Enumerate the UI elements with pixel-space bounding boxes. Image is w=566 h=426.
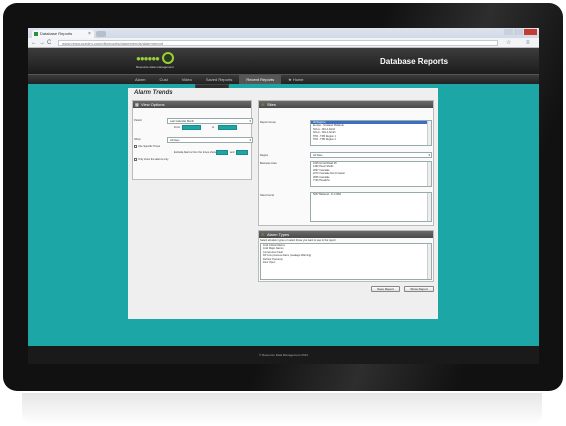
exclude-label: Exclude Alarms from the times shown [174, 151, 218, 154]
only-show-checkbox[interactable] [134, 158, 137, 161]
show-label: Show [134, 138, 141, 141]
tablet-reflection [22, 393, 542, 425]
report-group-list[interactable]: All Regions Europe - Scotland Midlands N… [310, 120, 432, 146]
alarm-types-header: ⚠ Alarm Types [259, 231, 433, 238]
page-title: Alarm Trends [134, 90, 173, 96]
browser-tab[interactable]: Database Reports × [32, 30, 94, 38]
close-window-button[interactable] [524, 29, 537, 35]
scrollbar[interactable] [427, 162, 431, 186]
back-icon[interactable]: ← [31, 39, 37, 47]
list-item[interactable]: 5207 Balwood - D.J.2052 [311, 193, 431, 196]
alarm-types-title: Alarm Types [267, 232, 290, 237]
address-bar-row: ← → C www.resourcedm.com/dbreports/alarm… [28, 38, 539, 48]
period-value: Last Calendar Month [170, 120, 195, 123]
table-icon: ▦ [135, 102, 139, 107]
list-item[interactable]: Door Open [261, 261, 431, 264]
menu-home-label: Home [292, 77, 304, 82]
site-header: ●●●●●● Resource data management Database… [28, 48, 539, 74]
scrollbar[interactable] [427, 193, 431, 221]
from-label: From [174, 126, 181, 129]
url-input[interactable]: www.resourcedm.com/dbreports/alarmtrends… [58, 40, 498, 46]
bookmark-star-icon[interactable]: ☆ [506, 39, 511, 47]
forward-icon[interactable]: → [39, 39, 45, 47]
browser-menu-icon[interactable]: ≡ [526, 39, 530, 47]
alarm-types-hint: Select all alarm types or select those y… [260, 239, 336, 242]
use-times-checkbox[interactable] [134, 145, 137, 148]
business-area-list[interactable]: 1025 Arnold Road 28 1480 Haxel Sheffs 20… [310, 161, 432, 187]
show-report-button[interactable]: Show Report [404, 286, 434, 292]
tab-title: Database Reports [40, 31, 73, 36]
site-footer: © Resource Data Management 2014 [28, 346, 539, 364]
sites-title: Sites [267, 102, 276, 107]
chevron-down-icon: ▾ [428, 153, 430, 157]
minimize-button[interactable] [504, 29, 513, 35]
exclude-to-input[interactable] [236, 150, 248, 155]
browser-chrome: Database Reports × ← → C www.resourcedm.… [28, 28, 539, 48]
logo-dots: ●●●●●● [136, 54, 160, 63]
business-area-label: Business Area [260, 162, 277, 165]
view-options-header: ▦ View Options [133, 101, 251, 108]
main-menu: Alarm Cust Video Saved Reports Recent Re… [28, 74, 539, 85]
region-value: All Sites [313, 154, 323, 157]
report-group-label: Report Group [260, 121, 276, 124]
scrollbar[interactable] [427, 244, 431, 279]
sites-list[interactable]: 5207 Balwood - D.J.2052 [310, 192, 432, 222]
to-label: to [212, 126, 215, 129]
company-logo: ●●●●●● Resource data management [136, 51, 208, 69]
exclude-from-input[interactable] [216, 150, 228, 155]
window-controls [504, 29, 537, 36]
view-options-title: View Options [141, 102, 165, 107]
home-star-icon: ★ [288, 77, 292, 82]
only-show-label: Only show the alarms only [138, 158, 169, 161]
period-select[interactable]: Last Calendar Month ▾ [167, 118, 253, 124]
show-value: All Days [170, 139, 180, 142]
list-item[interactable]: 7726 Haxelbhs [311, 179, 431, 182]
sites-header: ⚠ Sites [259, 101, 433, 108]
new-tab-button[interactable] [96, 31, 106, 37]
logo-circle-icon [162, 52, 174, 64]
warning-icon: ⚠ [261, 102, 265, 107]
chevron-down-icon: ▾ [249, 119, 251, 123]
tab-close-icon[interactable]: × [88, 30, 91, 38]
region-select[interactable]: All Sites ▾ [310, 152, 432, 158]
use-times-label: Use Specific Times [138, 145, 161, 148]
site-title: Database Reports [380, 57, 449, 66]
and-label: and [230, 151, 235, 154]
browser-window: Database Reports × ← → C www.resourcedm.… [28, 28, 539, 364]
sites-found-label: Sites Found [260, 194, 274, 197]
chevron-down-icon: ▾ [249, 138, 251, 142]
favicon-icon [34, 32, 38, 36]
from-date-input[interactable] [182, 125, 201, 130]
save-report-button[interactable]: Save Report [371, 286, 400, 292]
period-label: Period [134, 119, 142, 122]
logo-text: Resource data management [136, 65, 174, 69]
to-date-input[interactable] [218, 125, 237, 130]
region-label: Region [260, 154, 269, 157]
warning-icon: ⚠ [261, 232, 265, 237]
scrollbar[interactable] [427, 121, 431, 145]
show-select[interactable]: All Days ▾ [167, 137, 253, 143]
alarm-types-list[interactable]: 1112 Critical Alarms 1110 Major Alarms C… [260, 243, 432, 280]
list-item[interactable]: TPR - TPR Region 2 [311, 138, 431, 141]
reload-icon[interactable]: C [47, 39, 51, 47]
maximize-button[interactable] [514, 29, 523, 35]
